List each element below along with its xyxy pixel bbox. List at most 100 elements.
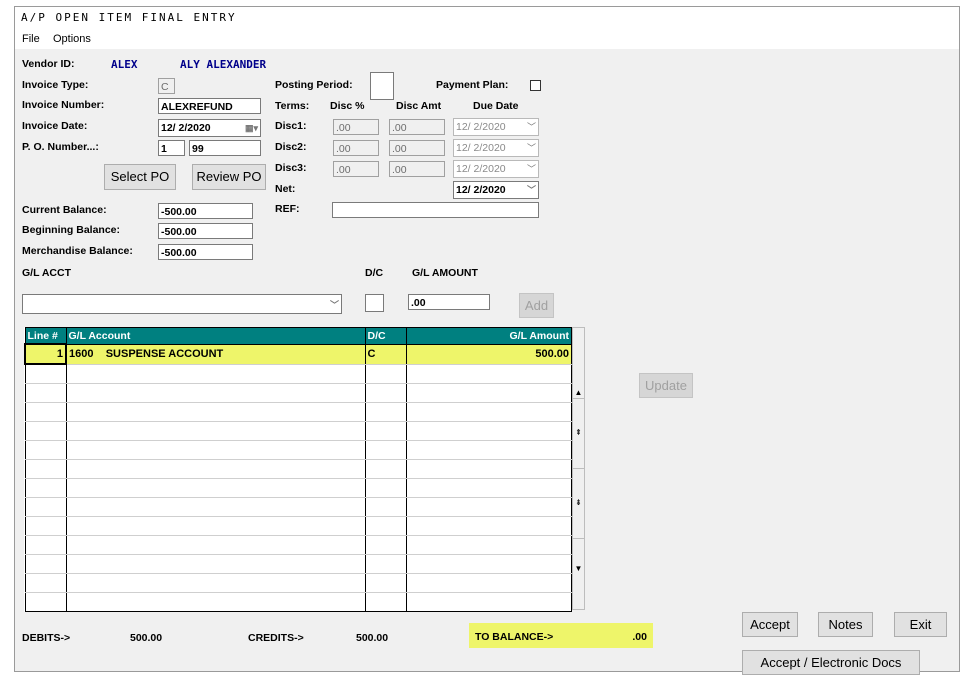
disc3-date-value: 12/ 2/2020 bbox=[456, 163, 506, 175]
table-row[interactable] bbox=[24, 535, 572, 555]
merch-balance-label: Merchandise Balance: bbox=[22, 245, 133, 257]
disc2-date-value: 12/ 2/2020 bbox=[456, 142, 506, 154]
review-po-button[interactable]: Review PO bbox=[192, 164, 266, 190]
update-button[interactable]: Update bbox=[639, 373, 693, 398]
table-row[interactable] bbox=[24, 459, 572, 479]
gl-amount-field[interactable]: .00 bbox=[408, 294, 490, 310]
row-dc[interactable]: C bbox=[364, 344, 407, 365]
invoice-number-label: Invoice Number: bbox=[22, 99, 105, 111]
disc-pct-header: Disc % bbox=[330, 100, 365, 112]
table-row[interactable] bbox=[24, 516, 572, 536]
invoice-number-field[interactable]: ALEXREFUND bbox=[158, 98, 261, 114]
accept-electronic-docs-button[interactable]: Accept / Electronic Docs bbox=[742, 650, 920, 675]
payment-plan-checkbox[interactable] bbox=[530, 80, 541, 91]
payment-plan-label: Payment Plan: bbox=[436, 79, 509, 91]
disc-amt-header: Disc Amt bbox=[396, 100, 442, 112]
main-window: A/P OPEN ITEM FINAL ENTRY File Options V… bbox=[14, 6, 960, 675]
scroll-page-up-icon[interactable]: ⇞ bbox=[573, 398, 584, 469]
table-row[interactable] bbox=[24, 497, 572, 517]
table-row[interactable] bbox=[24, 402, 572, 422]
credits-label: CREDITS-> bbox=[248, 632, 304, 644]
disc3-amt-field[interactable]: .00 bbox=[389, 161, 445, 177]
gl-acct-label: G/L ACCT bbox=[22, 267, 71, 279]
chevron-down-icon: ﹀ bbox=[526, 122, 536, 132]
table-header: Line # G/L Account D/C G/L Amount bbox=[24, 327, 572, 345]
disc1-pct-field[interactable]: .00 bbox=[333, 119, 379, 135]
merch-balance-field: -500.00 bbox=[158, 244, 253, 260]
gl-acct-select[interactable]: ﹀ bbox=[22, 294, 342, 314]
ref-label: REF: bbox=[275, 203, 300, 215]
scroll-bottom-icon[interactable]: ▼ bbox=[573, 538, 584, 609]
table-row[interactable] bbox=[24, 440, 572, 460]
table-row[interactable] bbox=[24, 573, 572, 593]
net-label: Net: bbox=[275, 183, 296, 195]
invoice-date-value: 12/ 2/2020 bbox=[161, 122, 211, 134]
table-row[interactable] bbox=[24, 478, 572, 498]
table-row[interactable] bbox=[24, 592, 572, 612]
disc3-pct-field[interactable]: .00 bbox=[333, 161, 379, 177]
header-line: Line # bbox=[24, 327, 67, 345]
exit-button[interactable]: Exit bbox=[894, 612, 947, 637]
po-number-label: P. O. Number...: bbox=[22, 141, 99, 153]
po-number-field-1[interactable]: 1 bbox=[158, 140, 185, 156]
vendor-label: Vendor ID: bbox=[22, 58, 75, 70]
menu-file[interactable]: File bbox=[22, 33, 40, 45]
current-balance-field: -500.00 bbox=[158, 203, 253, 219]
notes-button[interactable]: Notes bbox=[818, 612, 873, 637]
disc2-date-picker[interactable]: 12/ 2/2020 ﹀ bbox=[453, 139, 539, 157]
posting-period-field[interactable] bbox=[370, 72, 394, 100]
ref-field[interactable] bbox=[332, 202, 539, 218]
credits-value: 500.00 bbox=[356, 632, 389, 644]
invoice-type-field[interactable]: C bbox=[158, 78, 175, 94]
disc1-amt-field[interactable]: .00 bbox=[389, 119, 445, 135]
row-account-desc: SUSPENSE ACCOUNT bbox=[105, 348, 224, 360]
po-number-field-2[interactable]: 99 bbox=[189, 140, 261, 156]
gl-lines-table: Line # G/L Account D/C G/L Amount 1 1600… bbox=[24, 327, 572, 612]
row-account[interactable]: 1600 SUSPENSE ACCOUNT bbox=[65, 344, 366, 365]
scroll-top-icon[interactable]: ▲ bbox=[573, 328, 584, 399]
menu-options[interactable]: Options bbox=[53, 33, 91, 45]
dc-field[interactable] bbox=[365, 294, 384, 312]
net-date-picker[interactable]: 12/ 2/2020 ﹀ bbox=[453, 181, 539, 199]
table-row[interactable] bbox=[24, 554, 572, 574]
header-gl-account: G/L Account bbox=[65, 327, 366, 345]
to-balance-value: .00 bbox=[632, 631, 647, 643]
vendor-id: ALEX bbox=[111, 58, 138, 71]
due-date-header: Due Date bbox=[473, 100, 519, 112]
chevron-down-icon: ﹀ bbox=[526, 143, 536, 153]
row-account-number: 1600 bbox=[69, 348, 94, 360]
disc3-date-picker[interactable]: 12/ 2/2020 ﹀ bbox=[453, 160, 539, 178]
disc1-date-picker[interactable]: 12/ 2/2020 ﹀ bbox=[453, 118, 539, 136]
net-date-value: 12/ 2/2020 bbox=[456, 184, 506, 196]
chevron-down-icon: ﹀ bbox=[526, 185, 536, 195]
debits-label: DEBITS-> bbox=[22, 632, 71, 644]
calendar-dropdown-icon[interactable]: ▦▾ bbox=[245, 120, 258, 136]
form-area: Vendor ID: ALEX ALY ALEXANDER Invoice Ty… bbox=[15, 50, 959, 675]
menu-bar: File Options bbox=[15, 30, 959, 50]
chevron-down-icon: ﹀ bbox=[329, 300, 339, 310]
gl-amount-label: G/L AMOUNT bbox=[412, 267, 478, 279]
accept-button[interactable]: Accept bbox=[742, 612, 798, 637]
header-dc: D/C bbox=[364, 327, 407, 345]
table-row[interactable] bbox=[24, 364, 572, 384]
grid-scrollbar[interactable]: ▲ ⇞ ⇟ ▼ bbox=[572, 327, 585, 610]
invoice-date-picker[interactable]: 12/ 2/2020 ▦▾ bbox=[158, 119, 261, 137]
beginning-balance-label: Beginning Balance: bbox=[22, 224, 121, 236]
disc1-label: Disc1: bbox=[275, 120, 307, 132]
posting-period-label: Posting Period: bbox=[275, 79, 353, 91]
table-row[interactable] bbox=[24, 383, 572, 403]
row-amount[interactable]: 500.00 bbox=[405, 344, 572, 365]
disc2-pct-field[interactable]: .00 bbox=[333, 140, 379, 156]
to-balance-label: TO BALANCE-> bbox=[475, 631, 554, 643]
debits-value: 500.00 bbox=[130, 632, 163, 644]
add-button[interactable]: Add bbox=[519, 293, 554, 318]
scroll-page-down-icon[interactable]: ⇟ bbox=[573, 468, 584, 539]
disc2-amt-field[interactable]: .00 bbox=[389, 140, 445, 156]
select-po-button[interactable]: Select PO bbox=[104, 164, 176, 190]
table-row[interactable]: 1 1600 SUSPENSE ACCOUNT C 500.00 bbox=[24, 343, 572, 365]
chevron-down-icon: ﹀ bbox=[526, 164, 536, 174]
beginning-balance-field: -500.00 bbox=[158, 223, 253, 239]
row-line[interactable]: 1 bbox=[24, 343, 67, 365]
dc-label: D/C bbox=[365, 267, 384, 279]
table-row[interactable] bbox=[24, 421, 572, 441]
